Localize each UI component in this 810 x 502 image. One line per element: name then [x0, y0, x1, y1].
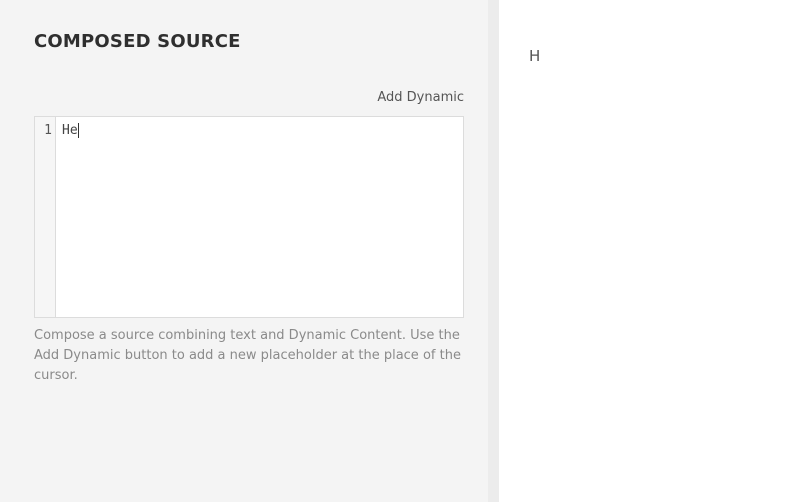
help-text: Compose a source combining text and Dyna…: [34, 328, 461, 383]
preview-panel: H: [499, 0, 810, 502]
text-cursor: [77, 123, 79, 138]
line-number: 1: [44, 123, 52, 138]
panel-divider[interactable]: [488, 0, 499, 502]
composer-panel: COMPOSED SOURCE Add Dynamic 1 He Compose…: [0, 0, 488, 502]
code-line: He: [62, 123, 78, 138]
code-input-area[interactable]: He: [56, 117, 463, 317]
line-number-gutter: 1: [35, 117, 56, 317]
add-dynamic-button[interactable]: Add Dynamic: [364, 90, 464, 105]
app-window: COMPOSED SOURCE Add Dynamic 1 He Compose…: [0, 0, 810, 502]
panel-title: COMPOSED SOURCE: [34, 31, 241, 52]
preview-output: H: [529, 47, 541, 65]
code-editor[interactable]: 1 He: [34, 116, 464, 318]
